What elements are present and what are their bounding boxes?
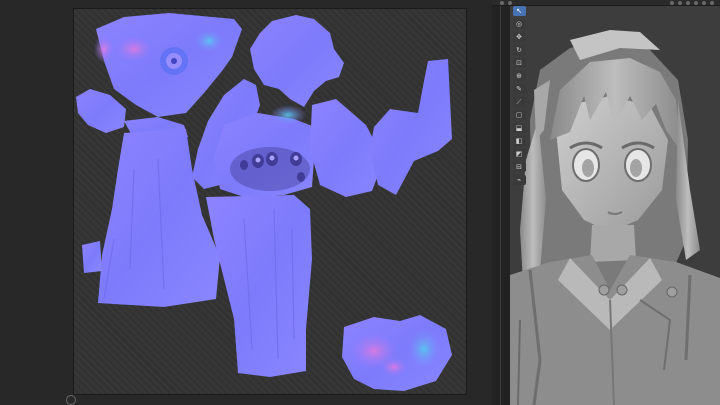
uv-island-ribbon — [370, 59, 452, 195]
uv-editor[interactable] — [0, 0, 492, 405]
header-left-handle[interactable] — [500, 0, 512, 5]
inset-icon[interactable]: ◧ — [512, 136, 526, 146]
normal-map-islands — [76, 13, 452, 391]
tool-shelf: ↖ ◎ ✥ ↻ ⊡ ⊕ ✎ ⟋ ▢ ⬓ ◧ ◩ ⊟ ⌁ — [510, 6, 528, 185]
cursor-icon[interactable]: ◎ — [512, 19, 526, 29]
knife-icon[interactable]: ⌁ — [512, 175, 526, 185]
extrude-icon[interactable]: ⬓ — [512, 123, 526, 133]
select-cursor-icon[interactable]: ↖ — [512, 6, 526, 16]
uv-island-hand — [250, 15, 344, 107]
3d-viewport[interactable] — [510, 0, 720, 405]
uv-island-skirt — [206, 195, 312, 377]
rotate-icon[interactable]: ↻ — [512, 45, 526, 55]
move-icon[interactable]: ✥ — [512, 32, 526, 42]
bevel-icon[interactable]: ◩ — [512, 149, 526, 159]
area-divider-line — [500, 0, 501, 405]
scale-icon[interactable]: ⊡ — [512, 58, 526, 68]
area-divider[interactable] — [492, 0, 510, 405]
uv-island-side-piece — [82, 241, 102, 273]
add-cube-icon[interactable]: ▢ — [512, 110, 526, 120]
character-model-render — [510, 30, 720, 405]
uv-texture-canvas[interactable] — [74, 9, 466, 394]
transform-icon[interactable]: ⊕ — [512, 71, 526, 81]
navigation-gizmo[interactable] — [66, 395, 76, 405]
measure-icon[interactable]: ⟋ — [512, 97, 526, 107]
uv-island-small-patch — [76, 89, 126, 133]
loop-cut-icon[interactable]: ⊟ — [512, 162, 526, 172]
annotate-icon[interactable]: ✎ — [512, 84, 526, 94]
header-right-handle[interactable] — [670, 0, 714, 5]
